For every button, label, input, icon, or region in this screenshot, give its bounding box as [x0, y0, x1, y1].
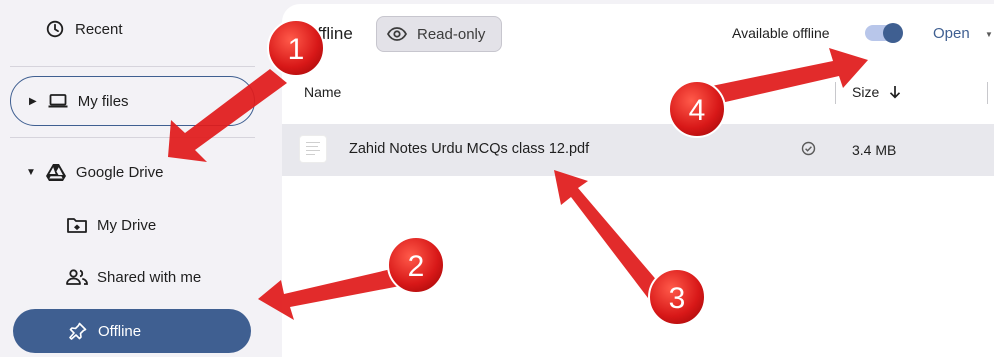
read-only-label: Read-only: [417, 25, 486, 43]
chevron-down-icon[interactable]: ▼: [985, 30, 993, 39]
sidebar-item-label: Recent: [75, 20, 123, 38]
sidebar-item-my-drive[interactable]: My Drive: [66, 213, 156, 237]
column-divider[interactable]: [987, 82, 988, 104]
available-offline-toggle[interactable]: [865, 23, 903, 43]
column-header-size[interactable]: Size: [852, 84, 901, 100]
page-title: Offline: [304, 24, 353, 43]
main-panel: Offline Read-only Available offline Open…: [282, 4, 994, 357]
toggle-knob: [883, 23, 903, 43]
pin-icon: [67, 320, 89, 342]
sidebar-item-label: Offline: [98, 322, 142, 340]
sidebar-item-label: My Drive: [97, 216, 157, 234]
open-button[interactable]: Open: [933, 25, 970, 42]
file-name: Zahid Notes Urdu MCQs class 12.pdf: [349, 141, 590, 157]
laptop-icon: [47, 90, 69, 112]
sidebar-item-recent[interactable]: Recent: [44, 17, 123, 41]
expand-arrow-icon[interactable]: ▶: [29, 96, 37, 107]
google-drive-icon: [45, 161, 67, 183]
offline-check-icon: [801, 141, 816, 161]
read-only-badge: Read-only: [376, 16, 502, 52]
sidebar-item-label: Google Drive: [75, 163, 164, 181]
sidebar: Recent ▶ My files ▼ Google Drive My Driv…: [0, 0, 282, 357]
arrow-down-icon: [889, 85, 901, 99]
sidebar-item-label: Shared with me: [97, 268, 202, 286]
pdf-thumbnail-icon: [300, 136, 326, 162]
column-header-size-label: Size: [852, 84, 880, 100]
collapse-arrow-icon[interactable]: ▼: [26, 167, 36, 178]
column-header-name[interactable]: Name: [304, 84, 341, 100]
available-offline-label: Available offline: [732, 25, 830, 41]
people-icon: [66, 266, 88, 288]
eye-icon: [387, 27, 407, 41]
sidebar-item-my-files[interactable]: ▶ My files: [10, 76, 255, 126]
column-divider[interactable]: [835, 82, 836, 104]
sidebar-item-label: My files: [77, 92, 129, 110]
sidebar-item-offline[interactable]: Offline: [13, 309, 251, 353]
clock-icon: [44, 18, 66, 40]
sidebar-item-shared-with-me[interactable]: Shared with me: [66, 265, 201, 289]
file-size: 3.4 MB: [852, 142, 897, 158]
sidebar-item-google-drive[interactable]: ▼ Google Drive: [26, 160, 163, 184]
sidebar-divider: [10, 66, 255, 67]
drive-folder-icon: [66, 214, 88, 236]
sidebar-divider: [10, 137, 255, 138]
